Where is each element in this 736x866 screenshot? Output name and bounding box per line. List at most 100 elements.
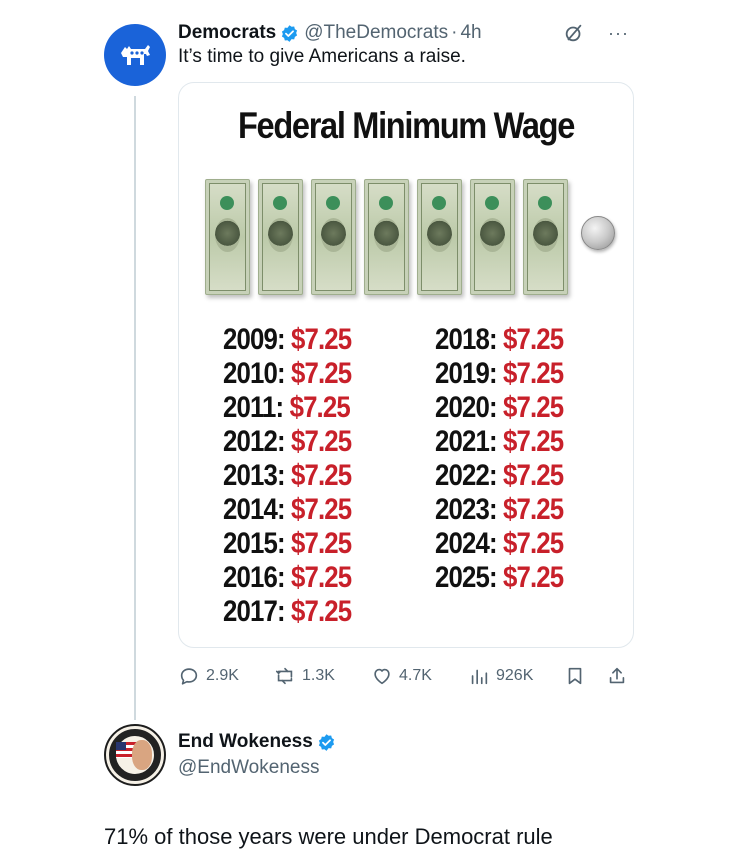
reply-author-handle[interactable]: @EndWokeness [178, 757, 319, 779]
wage-year: 2025: [435, 561, 498, 594]
views-count: 926K [496, 667, 534, 684]
wage-amount: $7.25 [291, 527, 352, 560]
dollar-bill [417, 179, 462, 295]
verified-badge-icon [318, 733, 334, 751]
dollar-bill [364, 179, 409, 295]
donkey-logo-icon [121, 45, 150, 65]
wage-amount: $7.25 [291, 357, 352, 390]
quarter-coin [581, 216, 615, 250]
wage-year: 2012: [223, 425, 286, 458]
like-count: 4.7K [399, 667, 432, 684]
wage-amount: $7.25 [291, 425, 352, 458]
wage-year: 2016: [223, 561, 286, 594]
wage-amount: $7.25 [503, 391, 564, 424]
wage-column-right: 2018: $7.25 2019: $7.25 2020: $7.25 2021… [435, 323, 584, 595]
bookmark-button[interactable] [564, 665, 592, 687]
wage-row: 2019: $7.25 [435, 357, 564, 391]
author-name[interactable]: Democrats [178, 22, 276, 44]
wage-year: 2019: [435, 357, 498, 390]
heart-icon [374, 668, 390, 685]
wage-year: 2023: [435, 493, 498, 526]
end-wokeness-avatar[interactable] [104, 724, 166, 786]
face-icon [132, 740, 152, 770]
wage-year: 2015: [223, 527, 286, 560]
image-title: Federal Minimum Wage [237, 105, 575, 146]
wage-row: 2024: $7.25 [435, 527, 564, 561]
wage-year: 2017: [223, 595, 286, 628]
repost-icon [275, 667, 293, 685]
views-button[interactable]: 926K [468, 665, 533, 687]
wage-amount: $7.25 [291, 561, 352, 594]
wage-year: 2014: [223, 493, 286, 526]
wage-amount: $7.25 [291, 595, 352, 628]
like-button[interactable]: 4.7K [371, 665, 432, 687]
wage-amount: $7.25 [289, 391, 351, 424]
repost-button[interactable]: 1.3K [274, 665, 335, 687]
wage-row: 2017: $7.25 [223, 595, 352, 629]
wage-row: 2010: $7.25 [223, 357, 352, 391]
wage-amount: $7.25 [291, 459, 352, 492]
wage-row: 2020: $7.25 [435, 391, 564, 425]
wage-row: 2023: $7.25 [435, 493, 564, 527]
wage-amount: $7.25 [503, 459, 564, 492]
wage-amount: $7.25 [503, 425, 564, 458]
wage-row: 2011: $7.25 [223, 391, 351, 425]
reply-author-name[interactable]: End Wokeness [178, 731, 313, 753]
wage-year: 2021: [435, 425, 498, 458]
tweet-text: It’s time to give Americans a raise. [178, 46, 466, 67]
wage-year: 2020: [435, 391, 498, 424]
separator-dot: · [451, 22, 458, 43]
reply-text: 71% of those years were under Democrat r… [104, 824, 553, 849]
dollar-bill [258, 179, 303, 295]
wage-amount: $7.25 [291, 323, 352, 356]
democrats-avatar[interactable] [104, 24, 166, 86]
wage-row: 2021: $7.25 [435, 425, 564, 459]
more-icon[interactable]: ··· [608, 22, 630, 44]
wage-year: 2018: [435, 323, 498, 356]
tweet-image[interactable]: Federal Minimum Wage 2009: $7.25 2010: $… [178, 82, 634, 648]
wage-year: 2009: [223, 323, 286, 356]
dollar-bill [523, 179, 568, 295]
dollar-bill [205, 179, 250, 295]
share-button[interactable] [606, 665, 634, 687]
reply-icon [180, 668, 198, 685]
share-icon [609, 667, 625, 684]
reply-author: End Wokeness [178, 731, 341, 753]
wage-row: 2013: $7.25 [223, 459, 352, 493]
flag-canton [116, 742, 126, 750]
repost-count: 1.3K [302, 667, 335, 684]
wage-year: 2022: [435, 459, 498, 492]
verified-badge-icon [282, 24, 298, 42]
reply-count: 2.9K [206, 667, 239, 684]
reply-button[interactable]: 2.9K [178, 665, 239, 687]
wage-row: 2012: $7.25 [223, 425, 352, 459]
author-handle[interactable]: @TheDemocrats [304, 22, 448, 44]
thread-line [134, 96, 136, 720]
wage-row: 2022: $7.25 [435, 459, 564, 493]
wage-row: 2014: $7.25 [223, 493, 352, 527]
tweet-time[interactable]: 4h [460, 22, 481, 44]
dollar-bill [311, 179, 356, 295]
wage-year: 2011: [223, 391, 284, 424]
wage-year: 2010: [223, 357, 286, 390]
dollar-bill [470, 179, 515, 295]
wage-year: 2013: [223, 459, 286, 492]
wage-column-left: 2009: $7.25 2010: $7.25 2011: $7.25 2012… [223, 323, 372, 629]
bookmark-icon [568, 667, 582, 685]
grok-icon[interactable] [563, 22, 585, 44]
wage-amount: $7.25 [503, 493, 564, 526]
wage-row: 2018: $7.25 [435, 323, 564, 357]
wage-row: 2009: $7.25 [223, 323, 352, 357]
wage-row: 2016: $7.25 [223, 561, 352, 595]
views-chart-icon [471, 669, 488, 685]
wage-amount: $7.25 [503, 527, 564, 560]
wage-year: 2024: [435, 527, 498, 560]
wage-row: 2015: $7.25 [223, 527, 352, 561]
wage-row: 2025: $7.25 [435, 561, 564, 595]
wage-amount: $7.25 [291, 493, 352, 526]
wage-amount: $7.25 [503, 323, 564, 356]
tweet-action-bar: 2.9K 1.3K 4.7K 926K [178, 662, 634, 692]
wage-amount: $7.25 [503, 357, 564, 390]
wage-amount: $7.25 [503, 561, 564, 594]
dollar-bills-illustration [205, 179, 615, 299]
